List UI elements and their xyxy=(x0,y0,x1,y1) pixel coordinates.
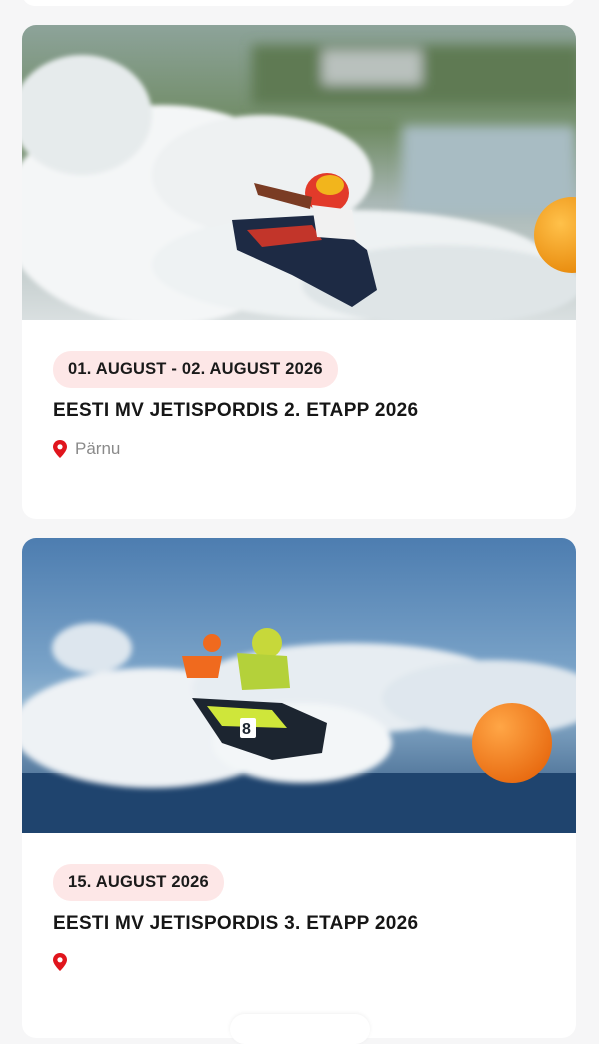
event-location-label: Pärnu xyxy=(75,439,121,458)
event-card[interactable]: 8 15. AUGUST 2026 EESTI MV JETISPORDIS 3… xyxy=(22,538,576,1038)
event-location xyxy=(53,951,576,973)
event-title[interactable]: EESTI MV JETISPORDIS 3. ETAPP 2026 xyxy=(53,913,576,935)
svg-text:8: 8 xyxy=(242,721,251,738)
event-date-badge: 15. AUGUST 2026 xyxy=(53,864,224,901)
map-pin-icon xyxy=(53,953,67,971)
event-date-badge: 01. AUGUST - 02. AUGUST 2026 xyxy=(53,351,338,388)
event-image: 8 xyxy=(22,538,576,833)
previous-event-card[interactable] xyxy=(22,0,576,6)
event-location: Pärnu xyxy=(53,438,576,460)
bottom-floating-button[interactable] xyxy=(230,1014,370,1044)
event-title[interactable]: EESTI MV JETISPORDIS 2. ETAPP 2026 xyxy=(53,400,576,422)
event-image xyxy=(22,25,576,320)
event-card[interactable]: 01. AUGUST - 02. AUGUST 2026 EESTI MV JE… xyxy=(22,25,576,519)
map-pin-icon xyxy=(53,440,67,458)
